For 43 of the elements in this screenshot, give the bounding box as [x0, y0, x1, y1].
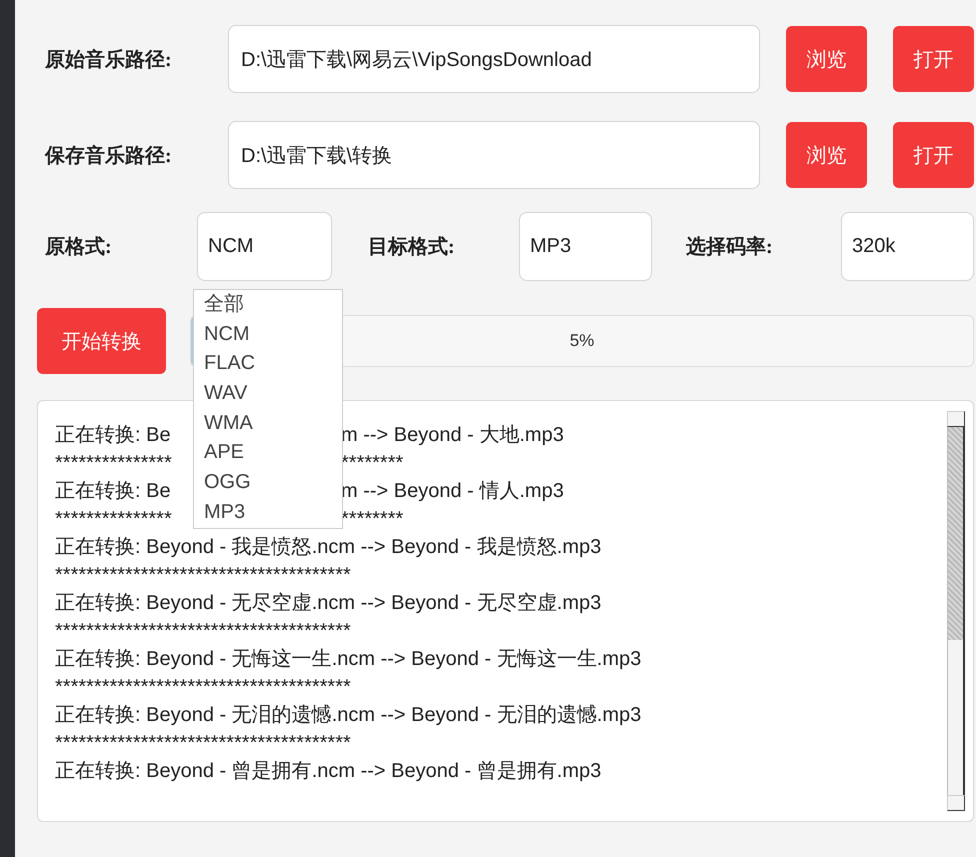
log-line: *************** — [55, 507, 173, 532]
format-select[interactable]: NCM — [197, 212, 332, 281]
dropdown-option[interactable]: FLAC — [204, 349, 342, 380]
log-line: 正在转换: Be — [55, 479, 172, 504]
scroll-thumb[interactable] — [948, 427, 963, 640]
progress-text: 5% — [570, 331, 594, 351]
path-field[interactable]: D:\迅雷下载\转换 — [228, 121, 760, 189]
path-action-button[interactable]: 打开 — [893, 26, 974, 92]
log-line: ************************************** — [55, 675, 352, 700]
format-select[interactable]: 320k — [841, 212, 974, 281]
format-label: 选择码率: — [686, 234, 774, 260]
format-label: 原格式: — [45, 235, 113, 260]
path-label: 保存音乐路径: — [45, 144, 173, 168]
scroll-up-button[interactable] — [947, 411, 965, 427]
log-line: 正在转换: Be — [55, 423, 172, 448]
path-action-button[interactable]: 浏览 — [786, 122, 867, 188]
log-line: *************** — [55, 451, 173, 476]
format-select[interactable]: MP3 — [519, 212, 652, 281]
log-line: 正在转换: Beyond - 无尽空虚.ncm --> Beyond - 无尽空虚.mp3 — [55, 591, 602, 616]
dropdown-option[interactable]: 全部 — [204, 290, 342, 320]
dropdown-option[interactable]: NCM — [204, 320, 342, 350]
dropdown-option[interactable]: WAV — [204, 379, 342, 409]
log-line: ******** — [341, 451, 404, 476]
log-line: ************************************** — [55, 563, 352, 588]
format-label: 目标格式: — [368, 235, 456, 260]
dropdown-option[interactable]: WMA — [204, 408, 342, 438]
path-label: 原始音乐路径: — [45, 48, 173, 72]
log-line: ************************************** — [55, 619, 352, 644]
dropdown-option[interactable]: APE — [204, 438, 342, 468]
dropdown-option[interactable]: OGG — [204, 468, 342, 498]
log-line: ******** — [341, 507, 404, 532]
log-line: 正在转换: Beyond - 无悔这一生.ncm --> Beyond - 无悔这一生.mp3 — [55, 647, 642, 672]
path-action-button[interactable]: 打开 — [893, 122, 974, 188]
dropdown-option[interactable]: MP3 — [204, 498, 342, 528]
log-line: ************************************** — [55, 731, 352, 756]
start-button[interactable]: 开始转换 — [37, 308, 166, 374]
scroll-down-button[interactable] — [947, 795, 965, 811]
path-field[interactable]: D:\迅雷下载\网易云\VipSongsDownload — [228, 25, 760, 93]
scrollbar[interactable] — [947, 411, 965, 811]
log-line: 正在转换: Beyond - 我是愤怒.ncm --> Beyond - 我是愤怒.mp3 — [55, 535, 602, 560]
log-line: 正在转换: Beyond - 无泪的遗憾.ncm --> Beyond - 无泪的遗憾.mp3 — [55, 703, 642, 728]
path-action-button[interactable]: 浏览 — [786, 26, 867, 92]
log-line: 正在转换: Beyond - 曾是拥有.ncm --> Beyond - 曾是拥有.mp3 — [55, 759, 602, 784]
